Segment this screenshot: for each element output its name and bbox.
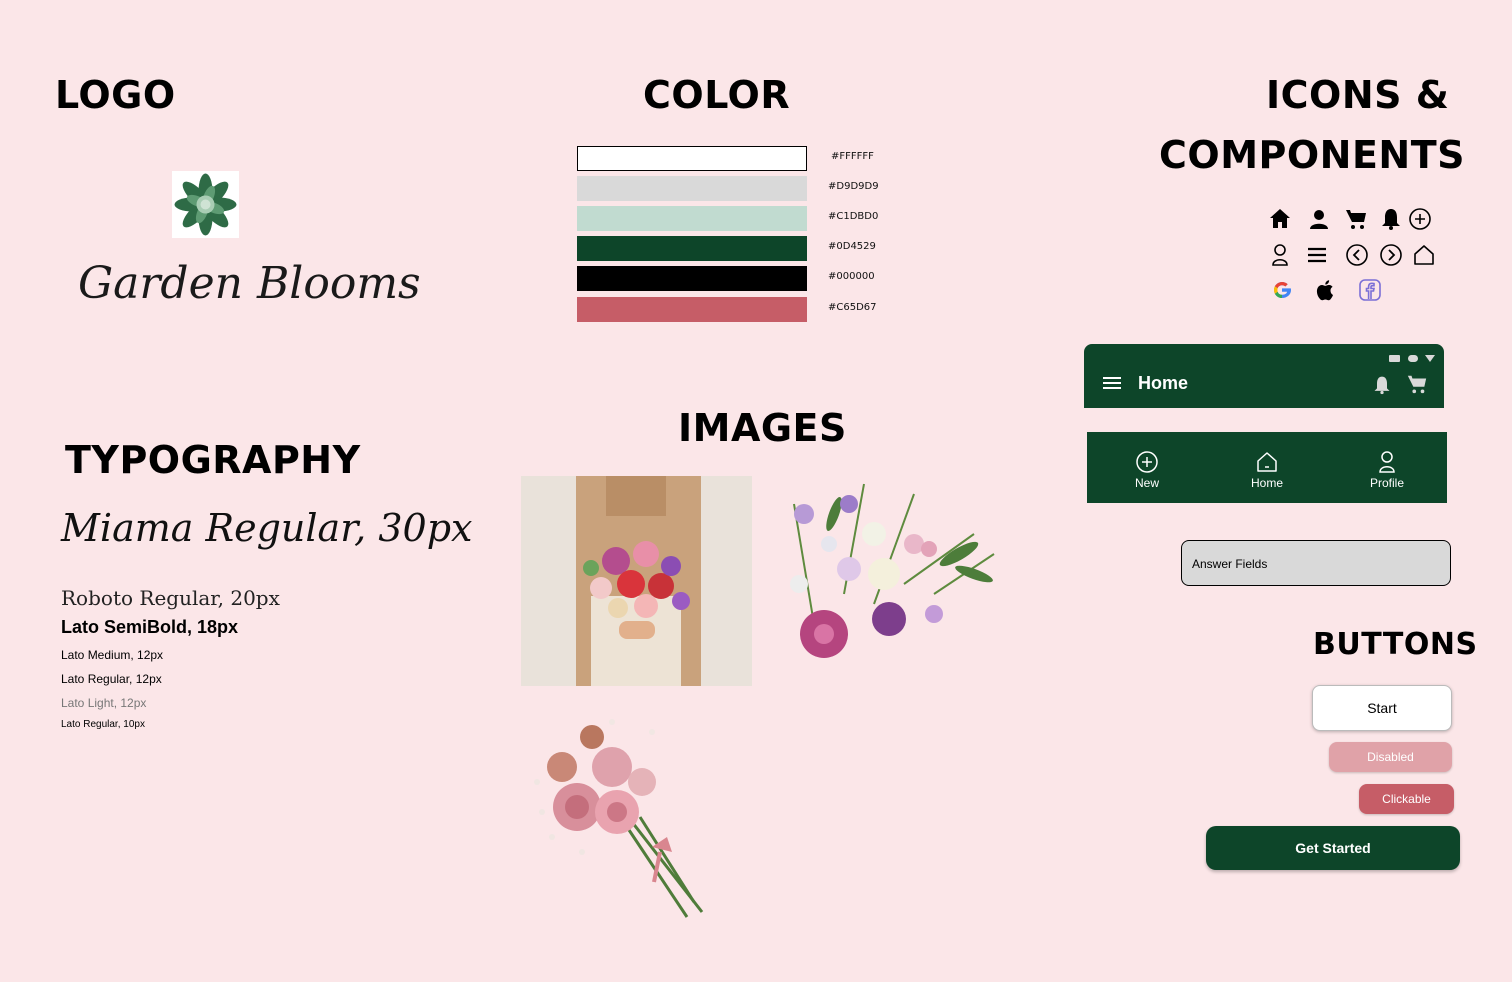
swatch-light-gray [577, 176, 807, 201]
clickable-button[interactable]: Clickable [1359, 784, 1454, 814]
color-heading: COLOR [643, 73, 791, 117]
swatch-label-forest-green: #0D4529 [828, 241, 876, 252]
facebook-icon[interactable] [1358, 278, 1382, 302]
google-icon[interactable] [1270, 278, 1294, 302]
home-outline-icon[interactable] [1412, 243, 1436, 267]
plus-circle-icon[interactable] [1408, 207, 1432, 231]
appbar-menu-icon[interactable] [1102, 375, 1122, 395]
swatch-label-black: #000000 [828, 271, 875, 282]
swatch-label-light-gray: #D9D9D9 [828, 181, 879, 192]
buttons-heading: BUTTONS [1313, 627, 1478, 662]
typography-heading: TYPOGRAPHY [65, 438, 361, 482]
user-outline-icon [1379, 451, 1395, 473]
user-icon[interactable] [1307, 207, 1331, 231]
images-heading: IMAGES [678, 406, 847, 450]
swatch-rose [577, 297, 807, 322]
type-sample-lato-light: Lato Light, 12px [61, 696, 147, 710]
bottom-navigation: New Home Profile [1087, 432, 1447, 503]
icons-heading-line1: ICONS & [1266, 73, 1450, 117]
nav-item-new[interactable]: New [1107, 450, 1187, 490]
type-sample-miama: Miama Regular, 30px [61, 506, 473, 550]
swatch-mint [577, 206, 807, 231]
nav-label-new: New [1134, 476, 1159, 490]
type-sample-lato-medium: Lato Medium, 12px [61, 648, 164, 662]
menu-icon[interactable] [1305, 243, 1329, 267]
nav-label-home: Home [1250, 476, 1283, 490]
logo-heading: LOGO [55, 73, 176, 117]
appbar-cart-icon[interactable] [1406, 373, 1428, 399]
type-sample-roboto: Roboto Regular, 20px [61, 586, 280, 610]
app-bar: Home [1084, 344, 1444, 408]
plus-circle-icon [1136, 451, 1158, 473]
cart-icon[interactable] [1344, 207, 1368, 231]
swatch-label-rose: #C65D67 [828, 302, 877, 313]
appbar-title: Home [1138, 373, 1189, 393]
succulent-logo-icon [174, 173, 237, 236]
chevron-right-circle-icon[interactable] [1379, 243, 1403, 267]
nav-item-home[interactable]: Home [1227, 450, 1307, 490]
bouquet-photo-2 [774, 474, 1002, 673]
logo-image [172, 171, 239, 238]
bouquet-photo-3 [522, 712, 712, 920]
user-outline-icon[interactable] [1268, 243, 1292, 267]
bouquet-photo-1 [521, 476, 752, 686]
type-sample-lato-regular-10: Lato Regular, 10px [61, 719, 145, 730]
swatch-black [577, 266, 807, 291]
type-sample-lato-regular-12: Lato Regular, 12px [61, 672, 162, 686]
swatch-label-mint: #C1DBD0 [828, 211, 879, 222]
type-sample-lato-semibold: Lato SemiBold, 18px [61, 617, 239, 637]
answer-field-value: Answer Fields [1192, 557, 1268, 571]
icons-heading-line2: COMPONENTS [1159, 133, 1466, 177]
answer-field[interactable]: Answer Fields [1181, 540, 1451, 586]
nav-item-profile[interactable]: Profile [1347, 450, 1427, 490]
bell-icon[interactable] [1379, 207, 1403, 231]
brand-name: Garden Blooms [78, 258, 421, 309]
appbar-bell-icon[interactable] [1372, 374, 1392, 400]
chevron-left-circle-icon[interactable] [1345, 243, 1369, 267]
swatch-label-white: #FFFFFF [831, 151, 874, 162]
nav-label-profile: Profile [1369, 476, 1404, 490]
start-button[interactable]: Start [1312, 685, 1452, 731]
get-started-button[interactable]: Get Started [1206, 826, 1460, 870]
home-icon[interactable] [1268, 207, 1292, 231]
apple-icon[interactable] [1314, 278, 1338, 302]
swatch-forest-green [577, 236, 807, 261]
disabled-button[interactable]: Disabled [1329, 742, 1452, 772]
status-bar [1389, 349, 1441, 368]
swatch-white [577, 146, 807, 171]
home-outline-icon [1257, 452, 1277, 472]
